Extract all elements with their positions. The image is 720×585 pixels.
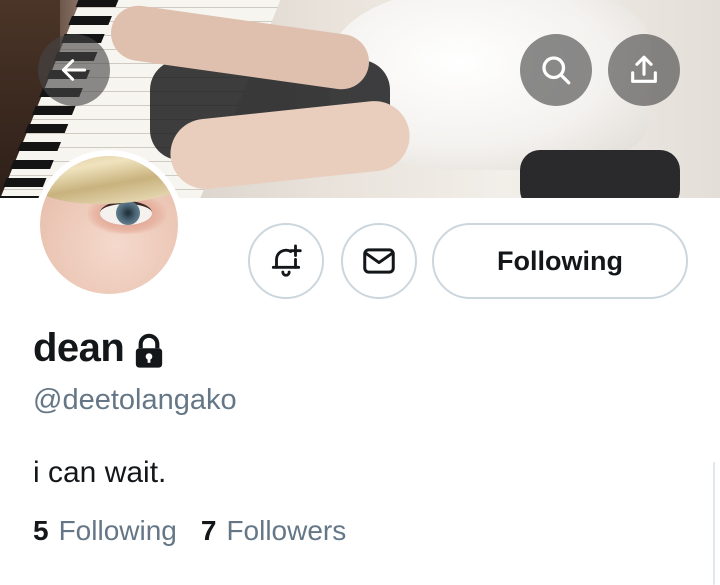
avatar-hair bbox=[40, 156, 178, 204]
followers-stat[interactable]: 7 Followers bbox=[201, 515, 346, 547]
arrow-left-icon bbox=[61, 59, 87, 81]
profile-stats: 5 Following 7 Followers bbox=[33, 515, 370, 547]
share-icon bbox=[631, 55, 657, 83]
envelope-icon bbox=[363, 248, 395, 274]
following-count: 5 bbox=[33, 515, 49, 546]
display-name: dean bbox=[33, 326, 125, 370]
followers-stat-label: Followers bbox=[226, 515, 347, 546]
followers-count: 7 bbox=[200, 515, 217, 546]
following-stat-label: Following bbox=[58, 515, 177, 546]
search-icon bbox=[542, 56, 571, 85]
notifications-button[interactable] bbox=[248, 223, 324, 299]
lock-icon bbox=[136, 333, 163, 368]
avatar-iris bbox=[116, 201, 140, 225]
bell-plus-icon bbox=[271, 244, 302, 277]
edge-divider bbox=[713, 462, 715, 585]
following-button[interactable]: Following bbox=[432, 223, 688, 299]
avatar[interactable] bbox=[34, 150, 184, 300]
following-stat[interactable]: 5 Following bbox=[33, 515, 177, 547]
profile-bio: i can wait. bbox=[33, 456, 167, 489]
avatar-image bbox=[40, 156, 178, 294]
banner-dark-area bbox=[520, 150, 680, 198]
message-button[interactable] bbox=[341, 223, 417, 299]
search-button[interactable] bbox=[520, 34, 592, 106]
share-button[interactable] bbox=[608, 34, 680, 106]
back-button[interactable] bbox=[38, 34, 110, 106]
profile-name-row: dean bbox=[33, 326, 166, 371]
profile-handle: @deetolangako bbox=[33, 384, 237, 416]
